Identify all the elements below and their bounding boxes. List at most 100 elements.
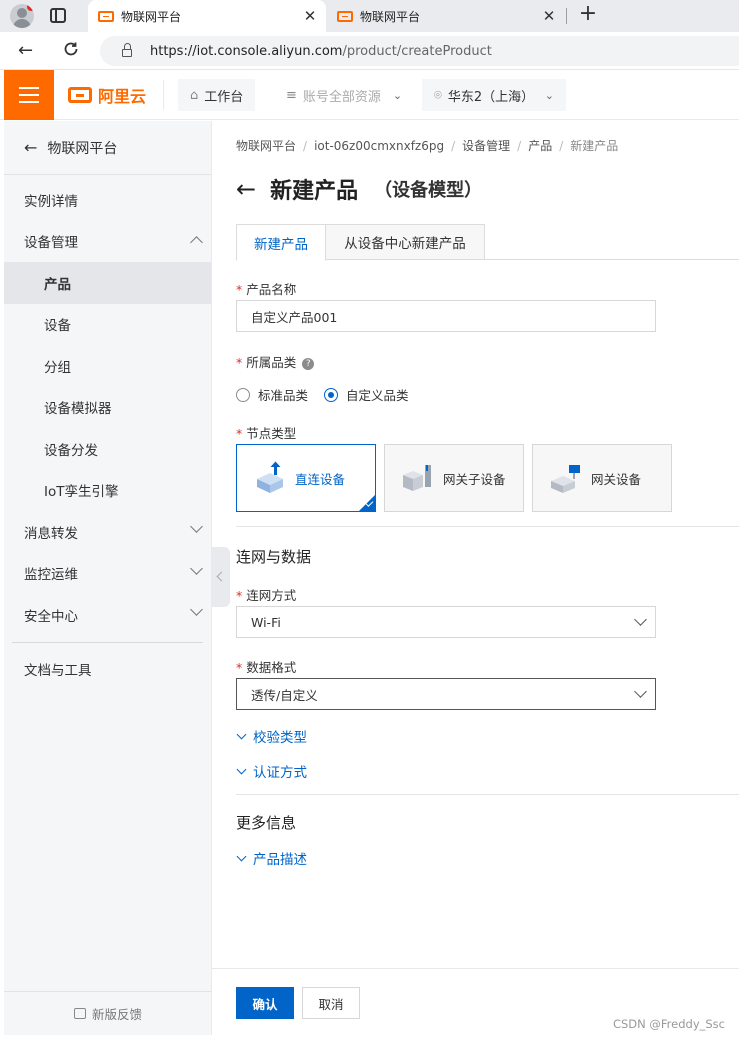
- node-type-label: * 节点类型: [236, 426, 297, 441]
- help-question-icon[interactable]: ?: [302, 357, 315, 370]
- watermark: CSDN @Freddy_Ssc: [612, 1017, 725, 1031]
- profile-avatar[interactable]: [10, 4, 34, 28]
- breadcrumb-item[interactable]: 产品: [528, 139, 552, 153]
- sidebar-item-groups[interactable]: 分组: [4, 345, 211, 387]
- sidebar-collapse-handle[interactable]: [212, 547, 230, 607]
- tab-separator: [566, 8, 567, 24]
- breadcrumb-item[interactable]: 设备管理: [462, 139, 510, 153]
- brand-name: 阿里云: [98, 87, 147, 106]
- browser-tab-bar: 物联网平台 ✕ 物联网平台 ✕ +: [0, 0, 739, 32]
- node-card-label: 直连设备: [295, 471, 346, 487]
- product-name-input[interactable]: 自定义产品001: [236, 300, 656, 332]
- tab-new-product[interactable]: 新建产品: [236, 224, 326, 261]
- notification-dot: [27, 4, 34, 11]
- stack-icon: ≡: [286, 87, 297, 103]
- sidebar-item-monitoring[interactable]: 监控运维: [4, 553, 211, 595]
- menu-hamburger-button[interactable]: [4, 70, 54, 120]
- cancel-button[interactable]: 取消: [302, 987, 360, 1019]
- feedback-label: 新版反馈: [91, 1007, 142, 1022]
- url-path: /product/createProduct: [342, 43, 492, 59]
- chevron-down-icon: [190, 520, 203, 533]
- check-type-expander[interactable]: 校验类型: [236, 726, 307, 746]
- aliyun-favicon-icon: [98, 10, 114, 22]
- expander-label: 认证方式: [253, 765, 307, 781]
- sidebar-item-device-simulator[interactable]: 设备模拟器: [4, 387, 211, 429]
- auth-method-expander[interactable]: 认证方式: [236, 761, 307, 781]
- node-card-gateway-subdevice[interactable]: 网关子设备: [384, 444, 524, 512]
- breadcrumb: 物联网平台 / iot-06z00cmxnxfz6pg / 设备管理 / 产品 / 新建产品: [236, 139, 619, 153]
- category-radio-group: 标准品类 自定义品类: [236, 385, 409, 404]
- workbench-label: 工作台: [204, 89, 244, 105]
- tab-actions-icon[interactable]: [50, 8, 66, 23]
- category-label: * 所属品类?: [236, 352, 315, 371]
- chevron-down-icon: [634, 685, 647, 698]
- sidebar-item-label: 设备分发: [44, 442, 98, 459]
- sidebar-item-instance-details[interactable]: 实例详情: [4, 179, 211, 221]
- tab-title: 物联网平台: [121, 9, 182, 24]
- data-format-label: * 数据格式: [236, 660, 297, 675]
- breadcrumb-item[interactable]: 物联网平台: [236, 139, 296, 153]
- chevron-down-icon: [190, 603, 203, 616]
- sidebar-item-label: 消息转发: [24, 525, 78, 542]
- feedback-link[interactable]: 新版反馈: [4, 991, 212, 1035]
- reload-icon[interactable]: [62, 40, 80, 58]
- region-selector[interactable]: ⌾ 华东2（上海） ⌄: [422, 79, 566, 111]
- network-method-select[interactable]: Wi-Fi: [236, 606, 656, 638]
- aliyun-logo[interactable]: 阿里云: [68, 84, 146, 106]
- workbench-button[interactable]: ⌂ 工作台: [178, 79, 256, 111]
- data-format-select[interactable]: 透传/自定义: [236, 678, 656, 710]
- confirm-button[interactable]: 确认: [236, 987, 294, 1019]
- location-pin-icon: ⌾: [434, 87, 442, 103]
- node-card-gateway-device[interactable]: 网关设备: [532, 444, 672, 512]
- sidebar-item-label: 监控运维: [24, 567, 78, 584]
- node-card-direct-device[interactable]: 直连设备: [236, 444, 376, 512]
- new-tab-button[interactable]: +: [578, 3, 598, 27]
- radio-custom-category[interactable]: [324, 387, 339, 402]
- url-input[interactable]: https://iot.console.aliyun.com/product/c…: [100, 36, 739, 66]
- console-topbar: 阿里云 ⌂ 工作台 ≡ 账号全部资源 ⌄ ⌾ 华东2（上海） ⌄: [0, 70, 739, 120]
- browser-tab-active[interactable]: 物联网平台 ✕: [88, 0, 326, 32]
- url-host: https://iot.console.aliyun.com: [150, 43, 343, 59]
- tab-new-from-device-center[interactable]: 从设备中心新建产品: [325, 224, 485, 260]
- sidebar-item-device-distribution[interactable]: 设备分发: [4, 428, 211, 470]
- sidebar-back-label: 物联网平台: [47, 140, 118, 157]
- chevron-down-icon: [236, 764, 247, 774]
- breadcrumb-current: 新建产品: [570, 139, 619, 153]
- back-arrow-icon[interactable]: ←: [18, 40, 33, 61]
- section-divider: [236, 526, 739, 527]
- home-icon: ⌂: [190, 87, 199, 103]
- tab-close-icon[interactable]: ✕: [541, 7, 557, 25]
- sidebar-back-link[interactable]: ← 物联网平台: [4, 121, 211, 175]
- lock-icon: [122, 43, 132, 57]
- sidebar-item-iot-twin-engine[interactable]: IoT孪生引擎: [4, 470, 211, 512]
- selected-check-icon: [359, 495, 375, 511]
- chevron-down-icon: ⌄: [392, 88, 403, 102]
- sidebar-item-docs-tools[interactable]: 文档与工具: [4, 649, 211, 691]
- page-back-arrow-icon[interactable]: ←: [236, 175, 256, 203]
- data-format-value: 透传/自定义: [251, 687, 318, 703]
- sidebar-item-products[interactable]: 产品: [4, 262, 211, 304]
- form-footer: 确认 取消 CSDN @Freddy_Ssc: [212, 968, 739, 1037]
- chevron-down-icon: ⌄: [544, 88, 554, 102]
- tab-title: 物联网平台: [360, 9, 421, 24]
- sidebar-item-label: 产品: [44, 276, 71, 293]
- radio-standard-category[interactable]: [236, 387, 250, 402]
- expander-label: 产品描述: [253, 852, 307, 868]
- section-divider: [236, 794, 739, 795]
- radio-label: 标准品类: [258, 388, 309, 403]
- product-desc-expander[interactable]: 产品描述: [236, 848, 307, 868]
- back-arrow-icon: ←: [24, 138, 38, 157]
- network-method-label: * 连网方式: [236, 588, 297, 603]
- tab-close-icon[interactable]: ✕: [302, 7, 318, 25]
- browser-tab[interactable]: 物联网平台 ✕: [327, 0, 565, 32]
- resource-group-selector[interactable]: ≡ 账号全部资源 ⌄: [274, 79, 415, 111]
- sidebar-item-devices[interactable]: 设备: [4, 304, 211, 346]
- sidebar-item-security-center[interactable]: 安全中心: [4, 594, 211, 636]
- sidebar-item-device-management[interactable]: 设备管理: [4, 221, 211, 263]
- topbar-divider: [163, 80, 164, 110]
- expander-label: 校验类型: [253, 730, 307, 746]
- product-name-label: * 产品名称: [236, 282, 297, 297]
- breadcrumb-item[interactable]: iot-06z00cmxnxfz6pg: [314, 139, 444, 153]
- gateway-device-icon: [551, 465, 580, 493]
- sidebar-item-message-forwarding[interactable]: 消息转发: [4, 511, 211, 553]
